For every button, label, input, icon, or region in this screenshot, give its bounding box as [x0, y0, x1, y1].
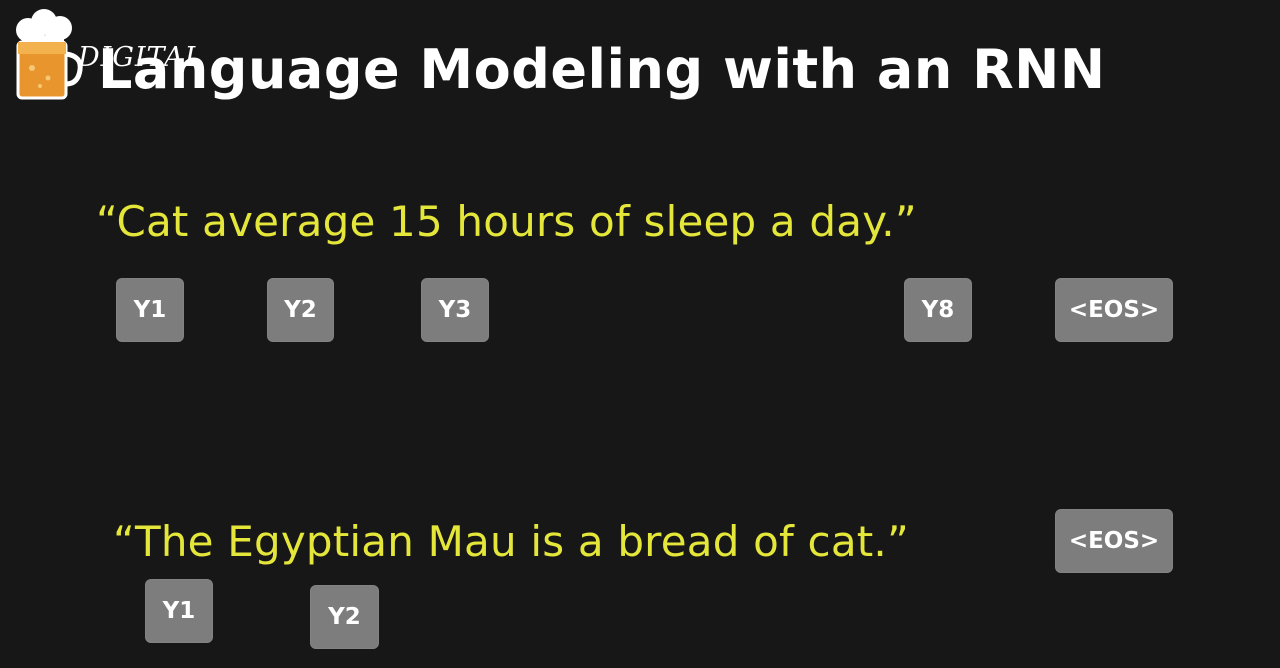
- token-eos: <EOS>: [1055, 509, 1173, 573]
- beer-mug-icon: [16, 9, 83, 100]
- token-y2: Y2: [267, 278, 334, 342]
- sentence-2: “The Egyptian Mau is a bread of cat.”: [113, 517, 909, 566]
- token-y1: Y1: [116, 278, 184, 342]
- slide-title: Language Modeling with an RNN: [98, 38, 1106, 101]
- token-y3: Y3: [421, 278, 489, 342]
- token-y1: Y1: [145, 579, 213, 643]
- token-y8: Y8: [904, 278, 972, 342]
- sentence-1: “Cat average 15 hours of sleep a day.”: [96, 197, 917, 246]
- slide: DIGITAL Language Modeling with an RNN “C…: [0, 0, 1280, 668]
- token-eos: <EOS>: [1055, 278, 1173, 342]
- token-y2: Y2: [310, 585, 379, 649]
